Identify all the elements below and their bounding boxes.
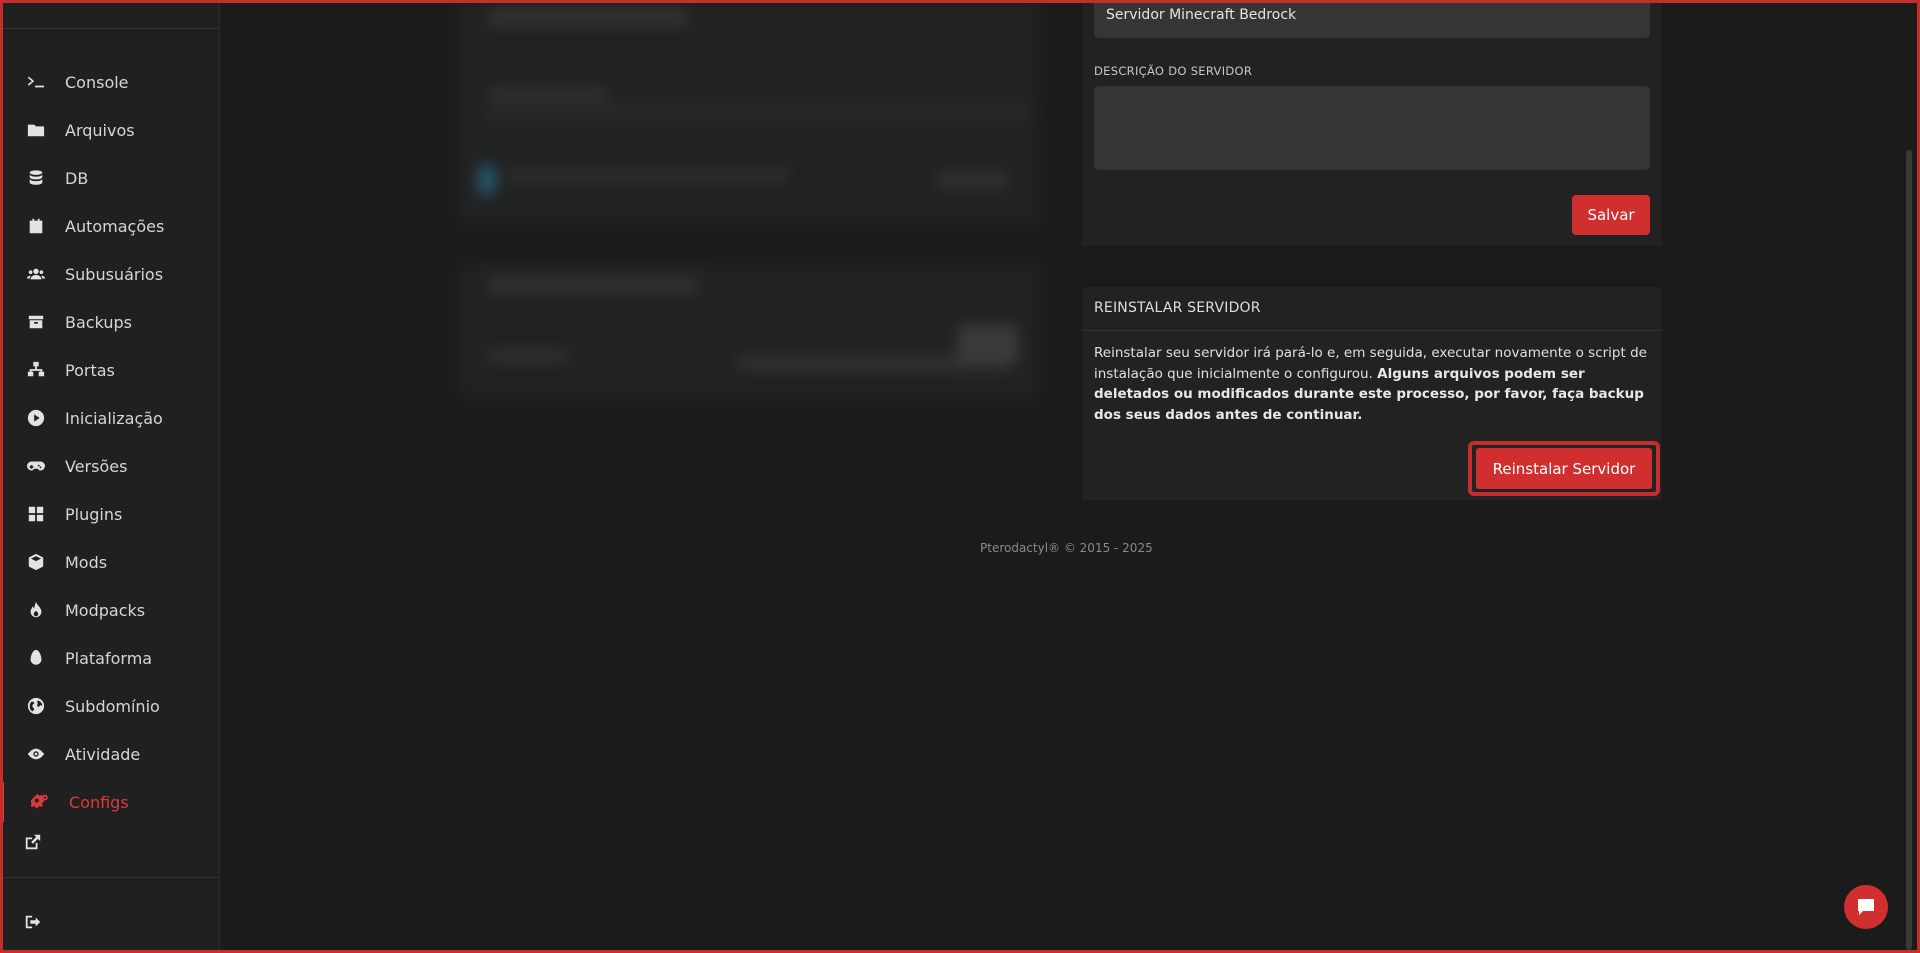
- sidebar-nav: Console Arquivos DB Automações Subusuári…: [0, 58, 220, 826]
- sidebar-item-mods[interactable]: Mods: [0, 538, 220, 586]
- sidebar-item-plugins[interactable]: Plugins: [0, 490, 220, 538]
- sidebar-item-portas[interactable]: Portas: [0, 346, 220, 394]
- sidebar-item-modpacks[interactable]: Modpacks: [0, 586, 220, 634]
- sidebar-item-label: Inicialização: [65, 408, 163, 428]
- save-button[interactable]: Salvar: [1572, 195, 1650, 235]
- sidebar-item-versoes[interactable]: Versões: [0, 442, 220, 490]
- sidebar-item-db[interactable]: DB: [0, 154, 220, 202]
- chat-icon: [1856, 897, 1876, 917]
- sidebar-item-label: Subusuários: [65, 264, 164, 284]
- external-link-icon[interactable]: [24, 833, 42, 851]
- reinstall-title: REINSTALAR SERVIDOR: [1094, 300, 1261, 316]
- blurred-card: [458, 0, 1040, 225]
- chat-button[interactable]: [1844, 885, 1888, 929]
- play-circle-icon: [27, 409, 49, 427]
- globe-icon: [27, 697, 49, 715]
- calendar-icon: [27, 217, 49, 235]
- sidebar-item-automacoes[interactable]: Automações: [0, 202, 220, 250]
- fire-icon: [27, 601, 49, 619]
- sidebar-item-arquivos[interactable]: Arquivos: [0, 106, 220, 154]
- sidebar-divider: [0, 877, 220, 878]
- database-icon: [27, 169, 49, 187]
- sidebar-item-label: Portas: [65, 360, 115, 380]
- eye-icon: [27, 745, 49, 763]
- sidebar-item-label: Plataforma: [65, 648, 153, 668]
- sidebar-item-inicializacao[interactable]: Inicialização: [0, 394, 220, 442]
- sidebar-item-label: Modpacks: [65, 600, 146, 620]
- sidebar-item-plataforma[interactable]: Plataforma: [0, 634, 220, 682]
- description-label: DESCRIÇÃO DO SERVIDOR: [1094, 64, 1253, 78]
- footer-copyright: Pterodactyl® © 2015 - 2025: [980, 541, 1153, 555]
- description-field[interactable]: [1094, 86, 1650, 170]
- sidebar-divider: [0, 28, 220, 29]
- archive-icon: [27, 313, 49, 331]
- network-icon: [27, 361, 49, 379]
- blurred-card: [458, 260, 1040, 400]
- card-divider: [1082, 330, 1662, 331]
- server-details-card: Servidor Minecraft Bedrock DESCRIÇÃO DO …: [1082, 0, 1662, 246]
- sidebar: Console Arquivos DB Automações Subusuári…: [0, 0, 220, 953]
- sidebar-item-label: Automações: [65, 216, 165, 236]
- grid-icon: [27, 505, 49, 523]
- users-icon: [27, 265, 49, 283]
- reinstall-server-card: REINSTALAR SERVIDOR Reinstalar seu servi…: [1082, 287, 1662, 500]
- sidebar-item-label: DB: [65, 168, 89, 188]
- blurred-content: [450, 0, 1040, 410]
- sidebar-item-label: Subdomínio: [65, 696, 160, 716]
- cube-icon: [27, 553, 49, 571]
- sidebar-item-label: Atividade: [65, 744, 141, 764]
- sign-out-icon[interactable]: [24, 913, 42, 931]
- folder-icon: [27, 121, 49, 139]
- sidebar-item-label: Backups: [65, 312, 132, 332]
- sidebar-item-label: Versões: [65, 456, 128, 476]
- egg-icon: [27, 649, 49, 667]
- scrollbar[interactable]: [1906, 150, 1912, 950]
- sidebar-item-label: Console: [65, 72, 129, 92]
- sidebar-item-atividade[interactable]: Atividade: [0, 730, 220, 778]
- sidebar-item-label: Arquivos: [65, 120, 135, 140]
- terminal-icon: [27, 73, 49, 91]
- sidebar-item-label: Configs: [69, 792, 129, 812]
- sidebar-item-subdominio[interactable]: Subdomínio: [0, 682, 220, 730]
- reinstall-description: Reinstalar seu servidor irá pará-lo e, e…: [1094, 343, 1650, 425]
- sidebar-item-console[interactable]: Console: [0, 58, 220, 106]
- sidebar-item-subusuarios[interactable]: Subusuários: [0, 250, 220, 298]
- server-name-field[interactable]: Servidor Minecraft Bedrock: [1094, 0, 1650, 38]
- sidebar-item-label: Plugins: [65, 504, 123, 524]
- sidebar-item-configs[interactable]: Configs: [0, 778, 220, 826]
- gamepad-icon: [27, 457, 49, 475]
- sidebar-item-backups[interactable]: Backups: [0, 298, 220, 346]
- reinstall-server-button[interactable]: Reinstalar Servidor: [1476, 448, 1652, 489]
- cogs-icon: [31, 793, 53, 811]
- sidebar-item-label: Mods: [65, 552, 108, 572]
